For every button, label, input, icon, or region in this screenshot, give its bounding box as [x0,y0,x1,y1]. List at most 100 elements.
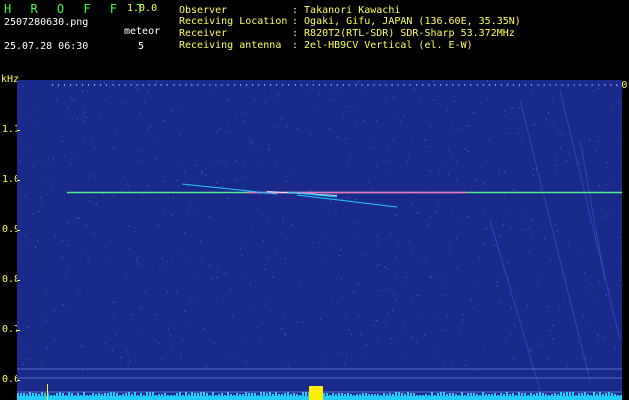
spectrum-bar [548,395,550,396]
spectrum-bar [161,394,163,396]
spectrum-bar [41,392,43,396]
spectrum-bar [557,394,559,396]
spectrum-bar [326,393,328,396]
spectrum-bar [614,394,616,396]
spectrum-bar [197,393,199,396]
x-minor-tick [112,84,114,86]
x-minor-tick [373,84,375,86]
x-minor-tick [300,84,302,86]
info-key: Receiving Location [179,16,288,27]
spectrum-bar [230,394,232,396]
spectrum-bar [536,393,538,396]
spectrum-bar [353,395,355,396]
spectrum-bar [335,394,337,396]
spectrum-bar [101,394,103,396]
spectrum-bar [275,392,277,396]
spectrum-bar [194,393,196,396]
spectrum-bar [92,393,94,396]
spectrum-bar [206,393,208,396]
x-minor-tick [458,84,460,86]
spectrum-bar [440,392,442,396]
spectrum-bar [380,395,382,396]
y-tick-mark [17,280,20,281]
file-name: 2507280630.png [4,17,89,28]
spectrum-bar [485,394,487,396]
x-minor-tick [422,84,424,86]
x-minor-tick [294,84,296,86]
spectrogram [17,80,622,400]
info-key: Receiving antenna [179,40,282,51]
x-minor-tick [94,84,95,86]
info-observer: Observer: Takanori Kawachi [179,5,400,16]
spectrum-bar [428,395,430,396]
spectrum-bar [596,394,598,396]
spectrum-bar [149,392,151,396]
x-minor-tick [464,84,466,86]
spectrum-bar [200,392,202,396]
spectrum-bar [20,393,22,396]
spectrum-bar [419,395,421,396]
spectrum-bar [611,393,613,396]
spectrum-bar [134,392,136,396]
spectrum-bar [266,393,268,396]
spectrum-bar [407,392,409,396]
spectrum-bar [272,394,274,396]
x-minor-tick [416,84,418,86]
spectrum-bar [383,393,385,396]
spectrum-bar [278,394,280,396]
spectrum-bar [389,393,391,396]
spectrum-bar [53,395,55,396]
spectrum-bar [182,395,184,396]
x-minor-tick [197,84,199,86]
x-minor-tick [530,84,532,86]
spectrum-bar [59,392,61,396]
spectrum-bar [137,395,139,396]
spectrum-bar [575,395,577,396]
spectrum-bar [512,393,514,396]
spectrum-bar [152,392,154,396]
x-minor-tick [142,84,144,86]
spectrum-bar [524,393,526,396]
x-minor-tick [355,84,357,86]
x-minor-tick [543,84,545,86]
spectrum-bar [359,394,361,396]
x-minor-tick [428,84,430,86]
spectrum-bar [545,394,547,396]
spectrum-bar [50,395,52,396]
x-minor-tick [166,84,168,86]
info-key: Observer [179,5,228,16]
spectrum-bar [23,393,25,396]
spectrum-bar [332,393,334,396]
x-minor-tick [324,84,326,86]
spectrum-bar [245,392,247,396]
y-tick-mark [17,230,20,231]
spectrum-bar [44,393,46,396]
x-minor-tick [215,84,217,86]
spectrum-bar [593,392,595,396]
spectrum-bar [146,392,148,396]
spectrum-bar [17,393,19,396]
spectrum-bar [416,395,418,396]
spectrum-bar [68,392,70,396]
spectrum-bar [509,394,511,396]
x-minor-tick [555,84,557,86]
spectrum-bar [236,393,238,396]
spectrum-bar [170,395,172,396]
spectrum-bar [140,393,142,396]
x-minor-tick [616,84,618,86]
spectrum-bar [461,392,463,396]
spectrum-bar [77,393,79,396]
hrofft-window: H R O F F T 1.0.0 2507280630.png 25.07.2… [0,0,629,400]
x-minor-tick [288,84,290,86]
spectrum-bar [608,392,610,396]
x-minor-tick [512,84,514,86]
x-minor-tick [234,84,236,86]
spectrum-bar [290,394,292,396]
spectrum-bar [233,395,235,396]
spectrum-bar [620,395,622,396]
spectrum-bar [188,394,190,396]
spectrum-bar [371,394,373,396]
spectrum-bar [122,394,124,396]
spectrum-bar [410,393,412,396]
spectrum-bar [209,395,211,396]
